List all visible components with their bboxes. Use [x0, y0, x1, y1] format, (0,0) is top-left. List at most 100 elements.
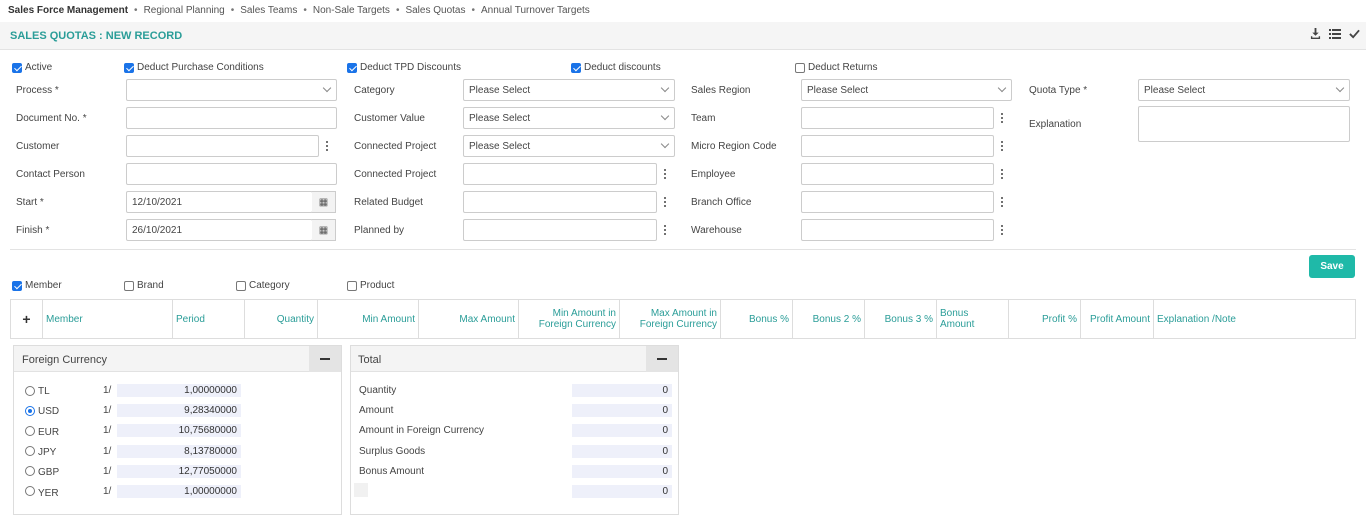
- page-title: SALES QUOTAS : NEW RECORD: [10, 30, 183, 42]
- column-header[interactable]: Profit Amount: [1081, 300, 1154, 338]
- start-date-input[interactable]: 12/10/2021: [126, 191, 313, 213]
- more-options-icon[interactable]: [993, 107, 1011, 129]
- column-header[interactable]: Member: [43, 300, 173, 338]
- column-header[interactable]: Min Amount in Foreign Currency: [519, 300, 620, 338]
- product-checkbox[interactable]: Product: [347, 280, 394, 291]
- planned-by-input[interactable]: [463, 219, 657, 241]
- connected-project-select[interactable]: Please Select: [463, 135, 675, 157]
- more-options-icon[interactable]: [656, 163, 674, 185]
- column-header[interactable]: Bonus Amount: [937, 300, 1009, 338]
- more-options-icon[interactable]: [993, 163, 1011, 185]
- explanation-textarea[interactable]: [1138, 106, 1350, 142]
- breadcrumb-root[interactable]: Sales Force Management: [8, 5, 128, 16]
- collapse-icon[interactable]: [309, 346, 341, 372]
- currency-radio[interactable]: [25, 406, 35, 416]
- more-options-icon[interactable]: [993, 191, 1011, 213]
- micro-region-label: Micro Region Code: [691, 141, 777, 152]
- warehouse-label: Warehouse: [691, 225, 742, 236]
- micro-region-input[interactable]: [801, 135, 994, 157]
- column-header[interactable]: Explanation /Note: [1154, 300, 1355, 338]
- deduct-discounts-checkbox[interactable]: Deduct discounts: [571, 62, 661, 73]
- category-select[interactable]: Please Select: [463, 79, 675, 101]
- contact-person-input[interactable]: [126, 163, 337, 185]
- category-label: Category: [354, 85, 395, 96]
- column-header[interactable]: Max Amount in Foreign Currency: [620, 300, 721, 338]
- finish-date-input[interactable]: 26/10/2021: [126, 219, 313, 241]
- collapse-icon[interactable]: [646, 346, 678, 372]
- related-budget-label: Related Budget: [354, 197, 423, 208]
- branch-office-input[interactable]: [801, 191, 994, 213]
- checkbox-box[interactable]: [347, 280, 357, 291]
- team-input[interactable]: [801, 107, 994, 129]
- foreign-currency-panel: Foreign Currency TL 1/ 1,00000000 USD 1/…: [13, 345, 342, 515]
- sales-region-select[interactable]: Please Select: [801, 79, 1012, 101]
- deduct-tpd-checkbox[interactable]: Deduct TPD Discounts: [347, 62, 461, 73]
- breadcrumb-item[interactable]: Sales Teams: [240, 5, 297, 16]
- planned-by-label: Planned by: [354, 225, 405, 236]
- column-header[interactable]: Bonus %: [721, 300, 793, 338]
- more-options-icon[interactable]: [993, 219, 1011, 241]
- breadcrumb-item[interactable]: Sales Quotas: [405, 5, 465, 16]
- column-header[interactable]: Max Amount: [419, 300, 519, 338]
- checkbox-box[interactable]: [795, 62, 805, 73]
- chevron-down-icon: [322, 83, 332, 93]
- save-button[interactable]: Save: [1309, 255, 1355, 278]
- breadcrumb-item[interactable]: Annual Turnover Targets: [481, 5, 590, 16]
- deduct-purchase-checkbox[interactable]: Deduct Purchase Conditions: [124, 62, 264, 73]
- currency-radio[interactable]: [25, 386, 35, 396]
- checkbox-box[interactable]: [12, 62, 22, 73]
- chevron-down-icon: [1335, 83, 1345, 93]
- checkbox-box[interactable]: [347, 62, 357, 73]
- customer-label: Customer: [16, 141, 60, 152]
- calendar-icon[interactable]: ▦: [312, 191, 336, 213]
- more-options-icon[interactable]: [656, 219, 674, 241]
- checkbox-box[interactable]: [236, 280, 246, 291]
- customer-value-label: Customer Value: [354, 113, 425, 124]
- employee-input[interactable]: [801, 163, 994, 185]
- more-options-icon[interactable]: [656, 191, 674, 213]
- member-checkbox[interactable]: Member: [12, 280, 62, 291]
- start-label: Start *: [16, 197, 44, 208]
- connected-project-input[interactable]: [463, 163, 657, 185]
- document-no-input[interactable]: [126, 107, 337, 129]
- checkbox-box[interactable]: [12, 280, 22, 291]
- checkbox-box[interactable]: [124, 280, 134, 291]
- customer-input[interactable]: [126, 135, 319, 157]
- header-bar: [0, 22, 1366, 50]
- currency-radio[interactable]: [25, 466, 35, 476]
- more-options-icon[interactable]: [993, 135, 1011, 157]
- blank-box: [354, 483, 368, 497]
- explanation-label: Explanation: [1029, 119, 1082, 130]
- category-checkbox[interactable]: Category: [236, 280, 290, 291]
- deduct-returns-checkbox[interactable]: Deduct Returns: [795, 62, 877, 73]
- column-header[interactable]: Quantity: [245, 300, 318, 338]
- column-header[interactable]: Bonus 2 %: [793, 300, 865, 338]
- calendar-icon[interactable]: ▦: [312, 219, 336, 241]
- check-icon[interactable]: [1349, 28, 1360, 39]
- currency-radio[interactable]: [25, 446, 35, 456]
- checkbox-box[interactable]: [124, 62, 134, 73]
- checkbox-box[interactable]: [571, 62, 581, 73]
- breadcrumb-item[interactable]: Regional Planning: [144, 5, 225, 16]
- quota-type-select[interactable]: Please Select: [1138, 79, 1350, 101]
- more-options-icon[interactable]: [318, 135, 336, 157]
- currency-radio[interactable]: [25, 486, 35, 496]
- column-header[interactable]: Bonus 3 %: [865, 300, 937, 338]
- warehouse-input[interactable]: [801, 219, 994, 241]
- currency-radio[interactable]: [25, 426, 35, 436]
- column-header[interactable]: Profit %: [1009, 300, 1081, 338]
- list-icon[interactable]: [1329, 28, 1341, 39]
- related-budget-input[interactable]: [463, 191, 657, 213]
- download-icon[interactable]: [1310, 28, 1321, 39]
- active-checkbox[interactable]: Active: [12, 62, 52, 73]
- panel-title: Total: [358, 354, 382, 366]
- employee-label: Employee: [691, 169, 736, 180]
- process-select[interactable]: [126, 79, 337, 101]
- brand-checkbox[interactable]: Brand: [124, 280, 164, 291]
- column-header[interactable]: Period: [173, 300, 245, 338]
- plus-icon[interactable]: +: [11, 300, 43, 338]
- breadcrumb-item[interactable]: Non-Sale Targets: [313, 5, 390, 16]
- customer-value-select[interactable]: Please Select: [463, 107, 675, 129]
- panel-title: Foreign Currency: [22, 354, 107, 366]
- column-header[interactable]: Min Amount: [318, 300, 419, 338]
